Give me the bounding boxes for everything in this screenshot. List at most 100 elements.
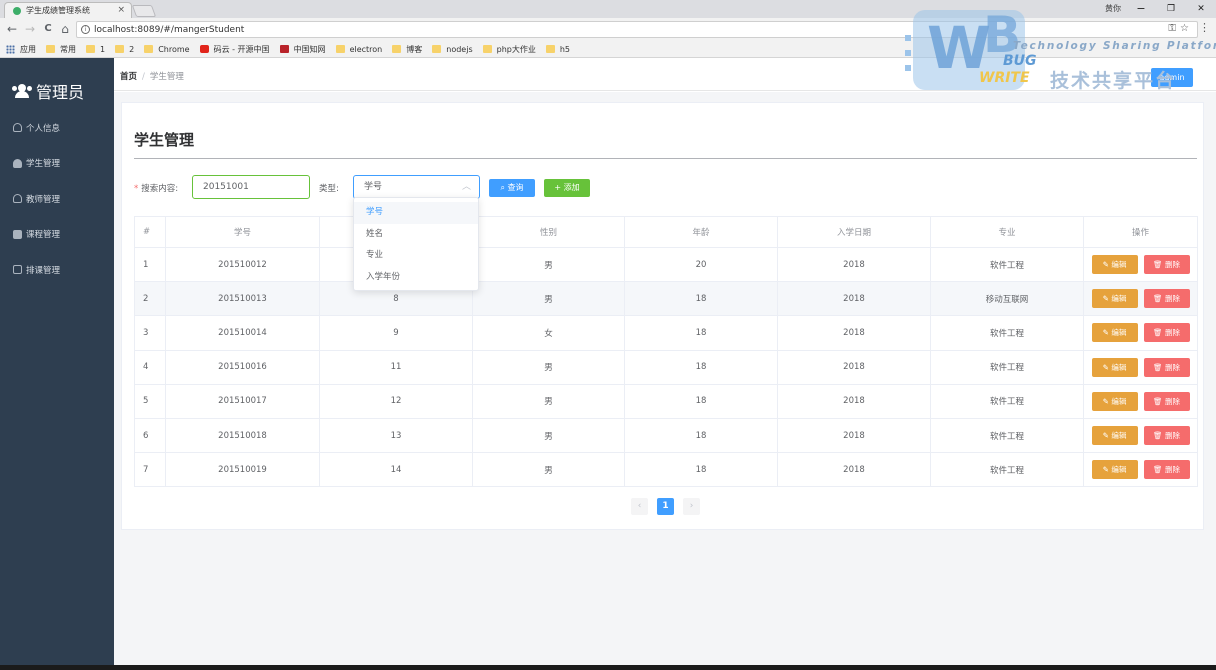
edit-button[interactable]: ✎ 编辑	[1091, 255, 1138, 275]
minimize-button[interactable]: −	[1128, 1, 1154, 17]
cell-age: 18	[624, 417, 778, 454]
type-option-name[interactable]: 姓名	[354, 224, 478, 246]
sidebar-item-teachers[interactable]: 教师管理	[0, 181, 114, 217]
bookmark-apps[interactable]: 应用	[6, 44, 36, 55]
cell-age: 18	[624, 452, 778, 488]
bookmark-item[interactable]: electron	[335, 45, 382, 54]
edit-button[interactable]: ✎ 编辑	[1091, 391, 1138, 411]
search-label: * 搜索内容:	[134, 184, 179, 194]
delete-button[interactable]: 🗑 删除	[1143, 289, 1190, 309]
new-tab-button[interactable]	[131, 5, 157, 17]
table-row: 4 201510016 11 男 18 2018 软件工程 ✎ 编辑 🗑 删除	[134, 349, 1198, 385]
window-user-label[interactable]: 黄你	[1105, 3, 1121, 14]
bookmark-item[interactable]: php大作业	[482, 44, 536, 55]
maximize-button[interactable]: ❐	[1158, 1, 1184, 17]
bookmark-item[interactable]: 博客	[392, 44, 422, 55]
sidebar-item-profile[interactable]: 个人信息	[0, 110, 114, 146]
browser-tabstrip: 学生成绩管理系统 × 黄你 − ❐ ✕	[0, 0, 1216, 18]
browser-menu-icon[interactable]: ⋮	[1199, 21, 1210, 34]
folder-icon	[392, 45, 402, 53]
bookmark-item[interactable]: 中国知网	[279, 44, 326, 55]
cell-index: 3	[134, 315, 166, 351]
key-star-icons[interactable]: ⚿☆	[1168, 23, 1193, 34]
admin-user-button[interactable]: admin	[1151, 68, 1193, 87]
cell-enroll-date: 2018	[777, 417, 931, 454]
delete-button[interactable]: 🗑 删除	[1143, 426, 1190, 446]
edit-button[interactable]: ✎ 编辑	[1091, 289, 1138, 309]
browser-tab[interactable]: 学生成绩管理系统 ×	[4, 2, 132, 18]
delete-button[interactable]: 🗑 删除	[1143, 255, 1190, 275]
delete-button[interactable]: 🗑 删除	[1143, 323, 1190, 343]
plus-icon: +	[554, 183, 562, 192]
delete-button[interactable]: 🗑 删除	[1143, 357, 1190, 377]
type-select[interactable]: 学号 ︿	[353, 175, 480, 199]
cell-student-id: 201510019	[165, 452, 320, 488]
calendar-icon	[13, 265, 22, 275]
folder-icon	[86, 45, 95, 53]
sidebar-item-students[interactable]: 学生管理	[0, 146, 114, 182]
home-button[interactable]: ⌂	[57, 21, 73, 37]
tab-close-icon[interactable]: ×	[117, 5, 125, 15]
bookmark-item[interactable]: 常用	[46, 44, 76, 55]
cell-actions: ✎ 编辑 🗑 删除	[1083, 417, 1198, 454]
edit-button[interactable]: ✎ 编辑	[1091, 357, 1138, 377]
sidebar-title: 管理员	[36, 83, 85, 102]
add-button[interactable]: + 添加	[544, 179, 590, 197]
forward-button[interactable]: →	[22, 21, 38, 37]
bookmark-item[interactable]: 1	[86, 45, 105, 54]
delete-button[interactable]: 🗑 删除	[1143, 460, 1190, 480]
back-button[interactable]: ←	[4, 21, 20, 37]
bookmark-item[interactable]: nodejs	[432, 45, 473, 54]
cell-gender: 男	[472, 281, 625, 317]
edit-button[interactable]: ✎ 编辑	[1091, 460, 1138, 480]
cell-value: 13	[319, 417, 473, 454]
sidebar-header: 管理员	[0, 58, 114, 110]
cell-index: 5	[134, 383, 166, 419]
close-window-button[interactable]: ✕	[1188, 1, 1214, 17]
info-icon[interactable]: i	[81, 25, 90, 34]
sidebar-item-schedule[interactable]: 排课管理	[0, 252, 114, 288]
bookmark-item[interactable]: h5	[545, 45, 570, 54]
cell-age: 20	[624, 246, 778, 283]
add-button-label: 添加	[563, 183, 580, 192]
reload-button[interactable]: C	[40, 21, 56, 37]
cell-gender: 女	[472, 315, 625, 351]
next-page-button[interactable]: ›	[683, 498, 700, 515]
url-text[interactable]: localhost:8089/#/mangerStudent	[94, 25, 244, 35]
folder-icon	[545, 45, 555, 53]
sidebar-item-courses[interactable]: 课程管理	[0, 217, 114, 253]
chevron-up-icon: ︿	[461, 182, 471, 192]
cell-actions: ✎ 编辑 🗑 删除	[1083, 281, 1198, 317]
cell-age: 18	[624, 315, 778, 351]
cell-value: 11	[319, 349, 473, 385]
query-button[interactable]: ⌕ 查询	[489, 179, 535, 197]
edit-button[interactable]: ✎ 编辑	[1091, 323, 1138, 343]
edit-button[interactable]: ✎ 编辑	[1091, 426, 1138, 446]
browser-toolbar: ← → C ⌂ i localhost:8089/#/mangerStudent…	[0, 18, 1216, 41]
cell-enroll-date: 2018	[777, 349, 931, 385]
pagination: ‹ 1 ›	[631, 498, 709, 515]
cell-enroll-date: 2018	[777, 246, 931, 283]
search-input[interactable]: 20151001	[192, 175, 310, 199]
breadcrumb-home[interactable]: 首页	[120, 72, 137, 82]
type-option-student-id[interactable]: 学号	[354, 202, 478, 224]
bookmark-item[interactable]: 2	[115, 45, 134, 54]
cell-student-id: 201510018	[165, 417, 320, 454]
column-header-actions: 操作	[1083, 216, 1198, 248]
folder-icon	[144, 45, 154, 53]
cell-enroll-date: 2018	[777, 281, 931, 317]
delete-button[interactable]: 🗑 删除	[1143, 391, 1190, 411]
cell-value: 14	[319, 452, 473, 488]
type-option-major[interactable]: 专业	[354, 245, 478, 267]
column-header-enroll-date: 入学日期	[777, 216, 931, 248]
cell-enroll-date: 2018	[777, 315, 931, 351]
type-option-enroll-year[interactable]: 入学年份	[354, 267, 478, 289]
table-row: 7 201510019 14 男 18 2018 软件工程 ✎ 编辑 🗑 删除	[134, 452, 1198, 488]
cnki-icon	[279, 45, 289, 53]
bookmark-item[interactable]: 码云 - 开源中国	[199, 44, 270, 55]
address-bar[interactable]: i localhost:8089/#/mangerStudent ⚿☆	[76, 21, 1198, 38]
bookmark-item[interactable]: Chrome	[144, 45, 190, 54]
prev-page-button[interactable]: ‹	[631, 498, 648, 515]
page-1-button[interactable]: 1	[657, 498, 674, 515]
cell-index: 4	[134, 349, 166, 385]
